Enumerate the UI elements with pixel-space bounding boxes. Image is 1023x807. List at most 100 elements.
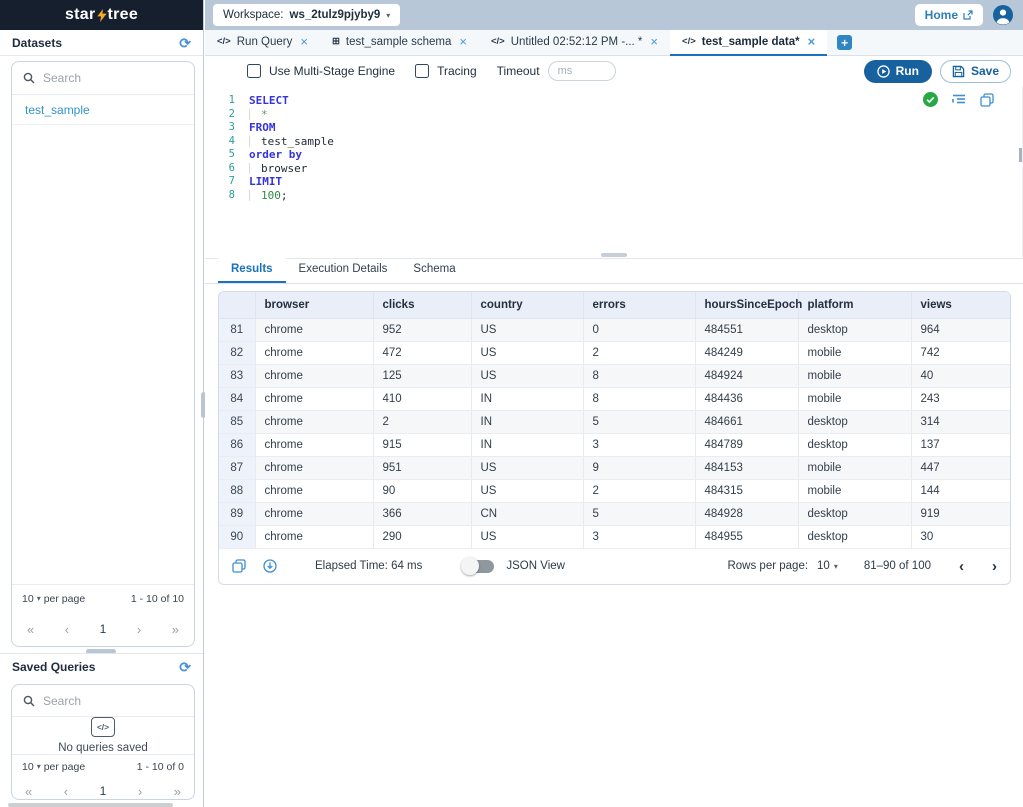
logo-star-text: star [64, 6, 96, 23]
column-header-hourssinceepoch[interactable]: hoursSinceEpoch [695, 292, 802, 319]
column-header-country[interactable]: country [471, 292, 584, 319]
dataset-item-test-sample[interactable]: test_sample [12, 95, 194, 125]
tab-test-sample-data[interactable]: </> test_sample data* × [670, 29, 828, 56]
line-code: FROM [235, 121, 276, 135]
editor-line: 3 FROM [205, 121, 1022, 135]
results-tab-schema[interactable]: Schema [400, 257, 468, 283]
table-cell: 915 [373, 433, 472, 457]
scrollbar-thumb[interactable] [1019, 148, 1022, 162]
datasets-search-input[interactable] [43, 71, 163, 85]
save-button[interactable]: Save [939, 59, 1011, 83]
json-view-toggle[interactable] [461, 557, 495, 575]
datasets-per-page-select[interactable]: 10 ▾ per page [22, 593, 85, 605]
datasets-list: test_sample [12, 95, 194, 125]
table-cell: 964 [911, 318, 1010, 342]
last-page-button[interactable]: » [172, 622, 179, 637]
row-number-header [219, 292, 256, 319]
rows-per-page-select[interactable]: 10 ▾ [817, 560, 838, 572]
results-footer-icons [232, 559, 277, 573]
sql-editor[interactable]: 1 SELECT 2 * 3 FROM 4 test_sample 5 order by 6 brow… [205, 86, 1023, 258]
table-cell: 484924 [695, 364, 799, 388]
indent-guide [249, 109, 261, 120]
prev-page-button[interactable]: ‹ [65, 622, 69, 637]
table-cell: mobile [798, 364, 912, 388]
sql-token: 100 [261, 188, 281, 202]
current-page[interactable]: 1 [100, 622, 107, 636]
current-page[interactable]: 1 [100, 784, 107, 798]
prev-page-button[interactable]: ‹ [64, 784, 68, 799]
table-row: 82 chrome 472 US 2 484249 mobile 742 [219, 341, 1010, 365]
close-icon[interactable]: × [300, 34, 308, 49]
main-area: Workspace: ws_2tulz9pjyby9 ▾ Home </> Run… [205, 0, 1023, 807]
table-cell: chrome [255, 410, 374, 434]
close-icon[interactable]: × [650, 34, 658, 49]
new-tab-button[interactable]: + [837, 35, 853, 50]
empty-state-text: No queries saved [58, 742, 148, 754]
workspace-selector[interactable]: Workspace: ws_2tulz9pjyby9 ▾ [213, 4, 401, 26]
line-number: 3 [228, 121, 235, 133]
first-page-button[interactable]: « [27, 622, 34, 637]
datasets-per-page-row: 10 ▾ per page 1 - 10 of 10 [12, 584, 194, 612]
column-header-views[interactable]: views [911, 292, 1010, 319]
row-number-cell: 86 [219, 433, 256, 457]
results-tab-execution-details[interactable]: Execution Details [286, 257, 401, 283]
table-cell: 243 [911, 387, 1010, 411]
table-cell: 290 [373, 525, 472, 549]
column-header-errors[interactable]: errors [583, 292, 696, 319]
multistage-checkbox-group[interactable]: Use Multi-Stage Engine [247, 64, 395, 78]
first-page-button[interactable]: « [25, 784, 32, 799]
tracing-checkbox-group[interactable]: Tracing [415, 64, 477, 78]
column-header-clicks[interactable]: clicks [373, 292, 472, 319]
copy-query-icon[interactable] [980, 92, 994, 107]
run-button[interactable]: Run [863, 59, 932, 83]
saved-queries-card: </> No queries saved 10 ▾ per page 1 - 1… [11, 684, 195, 800]
indent-guide [249, 136, 261, 147]
search-icon [23, 72, 35, 84]
next-page-button[interactable]: › [137, 622, 141, 637]
refresh-icon[interactable]: ⟳ [179, 36, 191, 50]
close-icon[interactable]: × [459, 34, 467, 49]
datasets-panel-header: Datasets ⟳ [0, 30, 203, 56]
line-number: 4 [228, 134, 235, 147]
table-cell: 0 [583, 318, 696, 342]
saved-queries-per-page-select[interactable]: 10 ▾ per page [22, 761, 85, 773]
table-cell: 410 [373, 387, 472, 411]
rows-per-page-label: Rows per page: [727, 560, 809, 572]
download-results-icon[interactable] [263, 559, 277, 573]
sql-token: ; [280, 188, 288, 202]
tracing-checkbox[interactable] [415, 64, 430, 78]
format-query-icon[interactable] [952, 94, 966, 106]
refresh-icon[interactable]: ⟳ [179, 660, 191, 674]
row-number-cell: 85 [219, 410, 256, 434]
tab-run-query[interactable]: </> Run Query × [205, 30, 320, 56]
home-button[interactable]: Home [914, 4, 983, 26]
results-prev-page-button[interactable]: ‹ [959, 559, 964, 574]
last-page-button[interactable]: » [174, 784, 181, 799]
timeout-input[interactable] [547, 61, 616, 81]
column-header-platform[interactable]: platform [798, 292, 912, 319]
copy-results-icon[interactable] [232, 559, 246, 573]
datasets-pager: « ‹ 1 › » [12, 612, 194, 646]
table-cell: 484789 [695, 433, 799, 457]
startree-logo: star tree [65, 6, 138, 24]
close-icon[interactable]: × [808, 34, 816, 49]
datasets-card: test_sample 10 ▾ per page 1 - 10 of 10 «… [11, 61, 195, 647]
tab-untitled-02-52-12-pm[interactable]: </> Untitled 02:52:12 PM -... * × [479, 30, 670, 56]
results-tab-results[interactable]: Results [218, 257, 286, 283]
next-page-button[interactable]: › [138, 784, 142, 799]
row-number-cell: 89 [219, 502, 256, 526]
timeout-group: Timeout [497, 61, 616, 81]
logo-band: star tree [0, 0, 203, 30]
saved-queries-search-input[interactable] [43, 693, 163, 708]
row-number-cell: 88 [219, 479, 256, 503]
multistage-checkbox[interactable] [247, 64, 261, 78]
saved-queries-per-page-row: 10 ▾ per page 1 - 10 of 0 [12, 754, 194, 778]
table-cell: US [471, 318, 584, 342]
results-next-page-button[interactable]: › [992, 559, 997, 574]
tab-test-sample-schema[interactable]: ⊞ test_sample schema × [320, 30, 479, 56]
column-header-browser[interactable]: browser [255, 292, 374, 319]
editor-resize-handle[interactable] [600, 253, 627, 257]
table-cell: chrome [255, 456, 374, 480]
table-cell: mobile [798, 387, 912, 411]
user-avatar[interactable] [993, 5, 1013, 25]
